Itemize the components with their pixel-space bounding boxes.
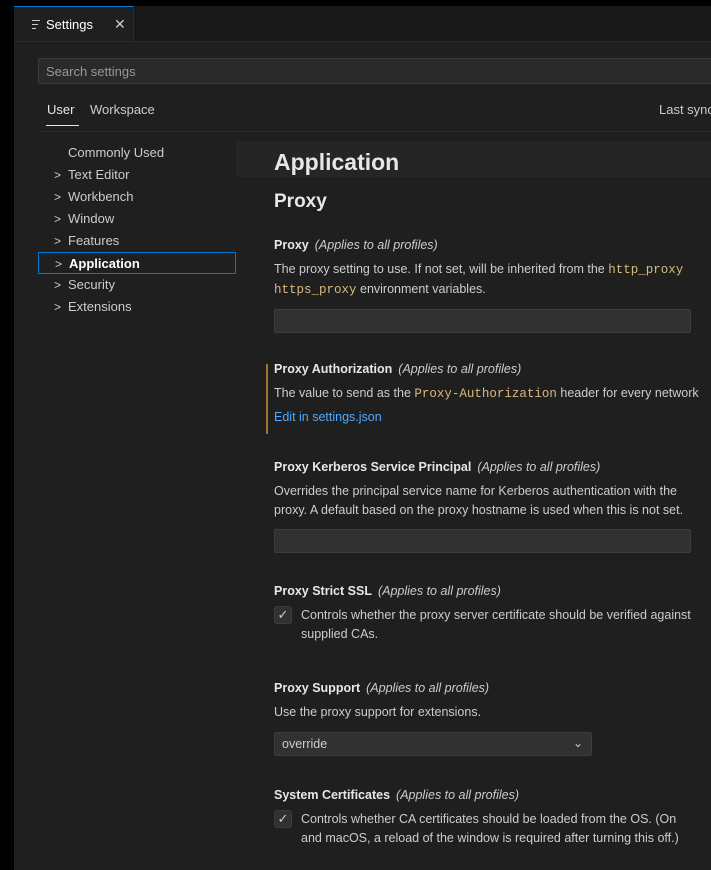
setting-description: Controls whether the proxy server certif… xyxy=(301,606,691,644)
chevron-right-icon: > xyxy=(55,257,63,271)
toc-item-window[interactable]: > Window xyxy=(38,208,236,230)
tab-label: Settings xyxy=(46,17,93,32)
tab-settings[interactable]: Settings ✕ xyxy=(14,6,134,41)
toc-item-label: Features xyxy=(68,233,120,248)
setting-description: Overrides the principal service name for… xyxy=(274,482,711,520)
setting-description: The proxy setting to use. If not set, wi… xyxy=(274,260,711,300)
settings-editor: Settings ✕ User Workspace Last sync Comm… xyxy=(14,6,711,870)
desc-text: environment variables. xyxy=(356,282,486,296)
desc-text: Controls whether the proxy server certif… xyxy=(301,608,691,622)
setting-title: Proxy Support xyxy=(274,681,361,695)
code-https-proxy: https_proxy xyxy=(274,283,357,297)
chevron-right-icon: > xyxy=(54,300,62,314)
setting-scope-note: (Applies to all profiles) xyxy=(398,362,522,376)
setting-title: Proxy xyxy=(274,238,309,252)
setting-scope-note: (Applies to all profiles) xyxy=(477,460,601,474)
desc-text: The proxy setting to use. If not set, wi… xyxy=(274,262,609,276)
setting-title: Proxy Authorization xyxy=(274,362,393,376)
setting-scope-note: (Applies to all profiles) xyxy=(366,681,490,695)
setting-description: The value to send as the Proxy-Authoriza… xyxy=(274,384,711,404)
select-value: override xyxy=(282,737,328,751)
toc-item-workbench[interactable]: > Workbench xyxy=(38,186,236,208)
kerberos-input[interactable] xyxy=(274,529,691,553)
desc-text: and macOS, a reload of the window is req… xyxy=(301,831,679,845)
code-proxy-authorization: Proxy-Authorization xyxy=(414,387,557,401)
setting-description: Controls whether CA certificates should … xyxy=(301,810,679,848)
strict-ssl-checkbox[interactable]: ✓ xyxy=(274,606,292,624)
setting-scope-note: (Applies to all profiles) xyxy=(377,584,501,598)
setting-scope-note: (Applies to all profiles) xyxy=(314,238,438,252)
setting-proxy-authorization: Proxy Authorization (Applies to all profi… xyxy=(274,362,711,424)
setting-title: Proxy Kerberos Service Principal xyxy=(274,460,472,474)
setting-proxy-strict-ssl: Proxy Strict SSL (Applies to all profiles… xyxy=(274,584,711,644)
setting-title: Proxy Strict SSL xyxy=(274,584,372,598)
setting-proxy: Proxy (Applies to all profiles) The proxy… xyxy=(274,238,711,333)
search-box xyxy=(38,58,711,84)
toc-item-text-editor[interactable]: > Text Editor xyxy=(38,164,236,186)
desc-text: Controls whether CA certificates should … xyxy=(301,812,677,826)
tab-workspace[interactable]: Workspace xyxy=(90,102,155,117)
settings-toc: Commonly Used > Text Editor > Workbench … xyxy=(38,142,236,318)
chevron-right-icon: > xyxy=(54,190,62,204)
toc-item-label: Extensions xyxy=(68,299,132,314)
chevron-down-icon: ⌄ xyxy=(572,736,583,750)
active-scope-underline xyxy=(46,125,79,126)
toc-item-application[interactable]: > Application xyxy=(38,252,236,274)
tab-user[interactable]: User xyxy=(47,102,74,117)
subsection-title: Proxy xyxy=(274,191,327,212)
section-title: Application xyxy=(274,149,400,175)
setting-proxy-kerberos: Proxy Kerberos Service Principal (Applies… xyxy=(274,460,711,553)
toc-item-label: Window xyxy=(68,211,115,226)
setting-system-certificates: System Certificates (Applies to all profi… xyxy=(274,788,711,848)
desc-text: supplied CAs. xyxy=(301,627,379,641)
last-sync-label: Last sync xyxy=(659,102,711,117)
toc-item-commonly-used[interactable]: Commonly Used xyxy=(38,142,236,164)
desc-text: Overrides the principal service name for… xyxy=(274,484,677,498)
edit-in-settings-json-link[interactable]: Edit in settings.json xyxy=(274,410,711,424)
settings-content: Application Proxy Proxy (Applies to all p… xyxy=(236,132,711,870)
desc-text: proxy. A default based on the proxy host… xyxy=(274,503,684,517)
toc-item-label: Commonly Used xyxy=(68,145,165,160)
toc-item-security[interactable]: > Security xyxy=(38,274,236,296)
tab-bar: Settings ✕ xyxy=(14,6,711,42)
desc-text: The value to send as the xyxy=(274,386,415,400)
system-certificates-checkbox[interactable]: ✓ xyxy=(274,810,292,828)
setting-description: Use the proxy support for extensions. xyxy=(274,705,482,719)
chevron-right-icon: > xyxy=(54,234,62,248)
proxy-input[interactable] xyxy=(274,309,691,333)
toc-item-label: Text Editor xyxy=(68,167,130,182)
toc-item-label: Security xyxy=(68,277,115,292)
checkbox-row: ✓ Controls whether CA certificates shoul… xyxy=(274,810,711,848)
toc-item-label: Workbench xyxy=(68,189,134,204)
close-icon[interactable]: ✕ xyxy=(114,16,126,33)
checkbox-row: ✓ Controls whether the proxy server cert… xyxy=(274,606,711,644)
setting-title: System Certificates xyxy=(274,788,391,802)
chevron-right-icon: > xyxy=(54,278,62,292)
desc-text: header for every network xyxy=(556,386,699,400)
toc-item-label: Application xyxy=(69,256,140,271)
toc-item-extensions[interactable]: > Extensions xyxy=(38,296,236,318)
code-http-proxy: http_proxy xyxy=(608,263,684,277)
search-input[interactable] xyxy=(39,59,711,83)
chevron-right-icon: > xyxy=(54,212,62,226)
setting-scope-note: (Applies to all profiles) xyxy=(396,788,519,802)
settings-list-icon xyxy=(32,20,40,29)
chevron-right-icon: > xyxy=(54,168,62,182)
toc-item-features[interactable]: > Features xyxy=(38,230,236,252)
proxy-support-select[interactable]: override ⌄ xyxy=(274,732,592,756)
modified-indicator xyxy=(266,364,268,434)
setting-proxy-support: Proxy Support (Applies to all profiles) U… xyxy=(274,681,711,756)
